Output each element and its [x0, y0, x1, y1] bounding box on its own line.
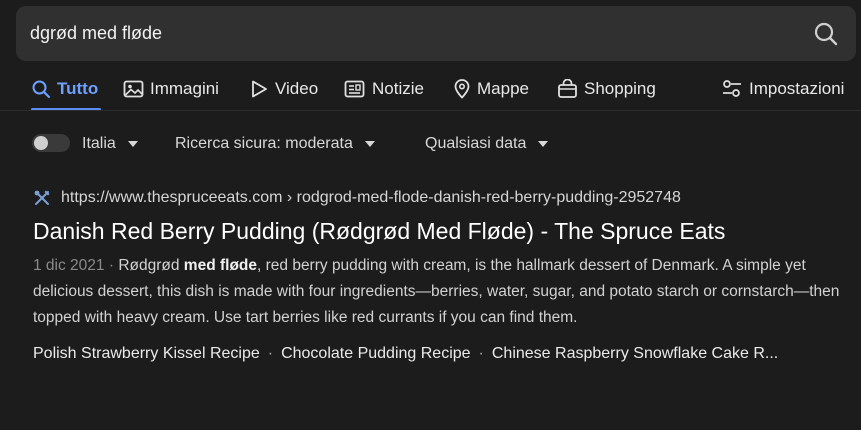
tab-label: Tutto: [57, 79, 99, 98]
related-separator: ·: [478, 345, 484, 362]
safe-search-dropdown[interactable]: Ricerca sicura: moderata: [175, 128, 375, 160]
region-dropdown[interactable]: Italia: [82, 128, 138, 160]
sliders-icon: [723, 80, 741, 97]
search-icon: [32, 80, 51, 99]
result-snippet: 1 dic 2021 · Rødgrød med fløde, red berr…: [33, 253, 848, 331]
tab-mappe[interactable]: Mappe: [453, 70, 529, 108]
snippet-highlight: med fløde: [183, 257, 257, 274]
tab-tutto[interactable]: Tutto: [31, 70, 98, 108]
region-label: Italia: [82, 135, 116, 152]
tab-video[interactable]: Video: [249, 70, 318, 108]
tab-label: Shopping: [584, 79, 656, 98]
utensils-icon: [34, 190, 50, 205]
divider: [0, 110, 861, 111]
date-dropdown[interactable]: Qualsiasi data: [425, 128, 549, 160]
toggle-knob: [34, 136, 48, 150]
tab-label: Immagini: [150, 79, 219, 98]
result-title-link[interactable]: Danish Red Berry Pudding (Rødgrød Med Fl…: [33, 217, 848, 245]
tab-notizie[interactable]: Notizie: [344, 70, 424, 108]
search-tabs: Tutto Immagini Video Notizie Mappe Shopp…: [0, 70, 861, 111]
caret-down-icon: [127, 141, 138, 147]
related-separator: ·: [267, 345, 274, 362]
search-input[interactable]: [30, 6, 790, 61]
related-link[interactable]: Polish Strawberry Kissel Recipe: [33, 345, 260, 362]
caret-down-icon: [364, 141, 375, 147]
tab-label: Notizie: [372, 79, 424, 98]
result-url-row: https://www.thespruceeats.com › rodgrod-…: [33, 186, 848, 210]
date-filter-label: Qualsiasi data: [425, 135, 527, 152]
snippet-separator: ·: [108, 257, 115, 274]
snippet-text: Rødgrød: [118, 257, 180, 274]
search-icon[interactable]: [813, 21, 839, 47]
result-date: 1 dic 2021: [33, 257, 105, 274]
safe-search-label: Ricerca sicura: moderata: [175, 135, 353, 152]
related-link[interactable]: Chinese Raspberry Snowflake Cake R...: [492, 345, 778, 362]
tab-shopping[interactable]: Shopping: [557, 70, 656, 108]
result-url[interactable]: https://www.thespruceeats.com › rodgrod-…: [61, 189, 681, 207]
related-links: Polish Strawberry Kissel Recipe · Chocolat…: [33, 345, 848, 363]
settings-button[interactable]: Impostazioni: [721, 70, 844, 108]
tab-immagini[interactable]: Immagini: [123, 70, 219, 108]
image-icon: [123, 80, 144, 98]
region-toggle[interactable]: [32, 134, 70, 152]
filter-bar: Italia Ricerca sicura: moderata Qualsias…: [0, 128, 861, 160]
search-bar: [16, 6, 856, 61]
related-link[interactable]: Chocolate Pudding Recipe: [281, 345, 470, 362]
search-result: https://www.thespruceeats.com › rodgrod-…: [33, 186, 848, 363]
shopping-bag-icon: [558, 79, 577, 98]
newspaper-icon: [344, 80, 365, 98]
settings-label: Impostazioni: [749, 79, 845, 98]
map-pin-icon: [454, 79, 470, 99]
play-icon: [252, 80, 267, 98]
caret-down-icon: [538, 141, 549, 147]
tab-label: Video: [275, 79, 319, 98]
tab-label: Mappe: [477, 79, 529, 98]
